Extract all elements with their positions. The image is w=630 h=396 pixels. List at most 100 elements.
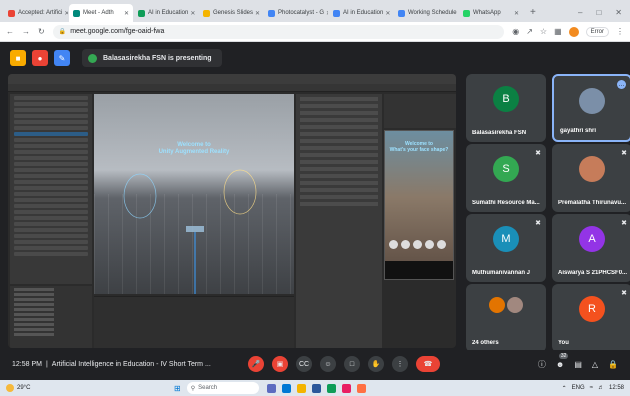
tab-close-icon[interactable]: ✕: [324, 10, 328, 17]
participant-tile[interactable]: 24 others: [466, 284, 546, 352]
participant-name: Premalatha Thirunavu...: [558, 200, 627, 206]
browser-tab[interactable]: Meet - Adth ✕: [69, 4, 133, 22]
camera-permission-icon[interactable]: ◉: [512, 27, 519, 36]
start-icon[interactable]: ⊞: [174, 384, 181, 393]
activities-icon[interactable]: △: [592, 360, 598, 369]
profile-avatar[interactable]: [568, 26, 579, 37]
unity-hierarchy-panel: [10, 94, 92, 284]
tab-favicon-icon: [463, 9, 470, 17]
avatar: B: [493, 86, 519, 112]
browser-toolbar: ← → ↻ 🔒 meet.google.com/fge-oaid-fwa ◉ ↗…: [0, 22, 630, 42]
tab-close-icon[interactable]: ✕: [512, 10, 519, 17]
browser-error-button[interactable]: Error: [585, 26, 609, 37]
reload-icon[interactable]: ↻: [38, 27, 45, 36]
leave-call-button[interactable]: ☎: [416, 356, 440, 372]
participant-tile[interactable]: gayathri shri…: [552, 74, 630, 142]
star-icon[interactable]: ☆: [540, 27, 547, 36]
participant-tile[interactable]: Premalatha Thirunavu... ✖: [552, 144, 630, 212]
store-icon[interactable]: [341, 383, 351, 393]
participant-name: gayathri shri: [560, 128, 597, 134]
tab-close-icon[interactable]: ✕: [188, 10, 195, 17]
face-mesh-left: [123, 173, 157, 219]
tab-close-icon[interactable]: ✕: [383, 10, 390, 17]
edge-icon[interactable]: [281, 383, 291, 393]
share-icon[interactable]: ↗: [526, 27, 533, 36]
present-button[interactable]: □: [344, 356, 360, 372]
tab-title: WhatsApp: [473, 10, 501, 16]
filter-option[interactable]: [413, 240, 422, 249]
participant-tile[interactable]: R You ✖: [552, 284, 630, 352]
participant-tile[interactable]: M Muthumanivannan J ✖: [466, 214, 546, 282]
tab-close-icon[interactable]: ✕: [457, 10, 458, 17]
filter-option[interactable]: [437, 240, 446, 249]
presenting-text: Balasasirekha FSN is presenting: [103, 54, 212, 62]
mic-off-button[interactable]: 🎤: [248, 356, 264, 372]
forward-icon[interactable]: →: [22, 27, 30, 36]
docs-app-icon[interactable]: ✎: [54, 50, 70, 66]
browser-tab[interactable]: AI in Education ✕: [329, 4, 393, 22]
wifi-icon[interactable]: ≈: [590, 385, 593, 391]
raise-hand-button[interactable]: ✋: [368, 356, 384, 372]
address-bar[interactable]: 🔒 meet.google.com/fge-oaid-fwa: [52, 24, 505, 39]
menu-kebab-icon[interactable]: ⋮: [616, 27, 624, 36]
new-tab-button[interactable]: +: [524, 4, 542, 22]
camera-off-button[interactable]: ▣: [272, 356, 288, 372]
back-icon[interactable]: ←: [6, 27, 14, 36]
tab-favicon-icon: [73, 9, 80, 17]
minimize-icon[interactable]: –: [578, 4, 582, 22]
sun-icon: [6, 384, 14, 392]
participant-tile[interactable]: A Aiswarya S 21PHCSF0... ✖: [552, 214, 630, 282]
filter-option[interactable]: [389, 240, 398, 249]
unity-console-panel: [94, 296, 294, 348]
avatar: R: [579, 296, 605, 322]
tab-favicon-icon: [138, 9, 145, 17]
emoji-button[interactable]: ☺: [320, 356, 336, 372]
more-options-button[interactable]: ⋮: [392, 356, 408, 372]
browser-tab[interactable]: WhatsApp ✕: [459, 4, 523, 22]
maximize-icon[interactable]: □: [596, 4, 601, 22]
weather-widget[interactable]: 29°C: [6, 384, 174, 392]
browser-tab[interactable]: Genesis Slides ✕: [199, 4, 263, 22]
tab-close-icon[interactable]: ✕: [122, 10, 129, 17]
task-view-icon[interactable]: [266, 383, 276, 393]
people-button[interactable]: ☻ 32: [556, 352, 569, 369]
browser-tab[interactable]: Accepted: Artifici ✕: [4, 4, 68, 22]
tab-title: Working Schedule: [408, 10, 457, 16]
participant-tile[interactable]: B Balasasirekha FSN: [466, 74, 546, 142]
filter-option[interactable]: [401, 240, 410, 249]
tray-chevron-icon[interactable]: ⌃: [562, 385, 567, 392]
language-indicator[interactable]: ENG: [572, 385, 585, 391]
browser-tab[interactable]: AI in Education ✕: [134, 4, 198, 22]
chat-icon[interactable]: ▤: [574, 360, 582, 369]
file-explorer-icon[interactable]: [296, 383, 306, 393]
avatar: [579, 88, 605, 114]
browser-tab[interactable]: Photocatalyst - G✕: [264, 4, 328, 22]
others-avatar-group: [488, 296, 524, 314]
record-icon[interactable]: ●: [32, 50, 48, 66]
chrome-icon[interactable]: [326, 383, 336, 393]
extensions-icon[interactable]: ▦: [554, 27, 562, 36]
tab-favicon-icon: [398, 9, 405, 17]
app-icon[interactable]: [356, 383, 366, 393]
slides-app-icon[interactable]: ■: [10, 50, 26, 66]
browser-tab[interactable]: Working Schedule✕: [394, 4, 458, 22]
unity-inspector-panel: [296, 94, 382, 348]
filter-option[interactable]: [425, 240, 434, 249]
camera-off-icon: ▣: [276, 361, 284, 368]
tab-title: Photocatalyst - G: [278, 10, 325, 16]
host-controls-icon[interactable]: 🔒: [608, 360, 618, 369]
phone-welcome-text: Welcome to What's your face shape?: [385, 141, 453, 153]
meeting-side-controls: ⓘ ☻ 32 ▤ △ 🔒: [538, 352, 618, 370]
captions-button[interactable]: CC: [296, 356, 312, 372]
taskbar-clock[interactable]: 12:58: [609, 385, 624, 391]
word-icon[interactable]: [311, 383, 321, 393]
tab-close-icon[interactable]: ✕: [253, 10, 260, 17]
volume-icon[interactable]: ♬: [598, 385, 604, 391]
participant-tile[interactable]: S Sumathi Resource Ma... ✖: [466, 144, 546, 212]
close-icon[interactable]: ✕: [615, 4, 622, 22]
taskbar-search[interactable]: ⚲ Search: [186, 382, 259, 394]
meeting-info: 12:58 PM | Artificial Intelligence in Ed…: [12, 361, 230, 368]
info-icon[interactable]: ⓘ: [538, 359, 546, 370]
tab-close-icon[interactable]: ✕: [62, 10, 68, 17]
scene-plane: [186, 226, 204, 232]
